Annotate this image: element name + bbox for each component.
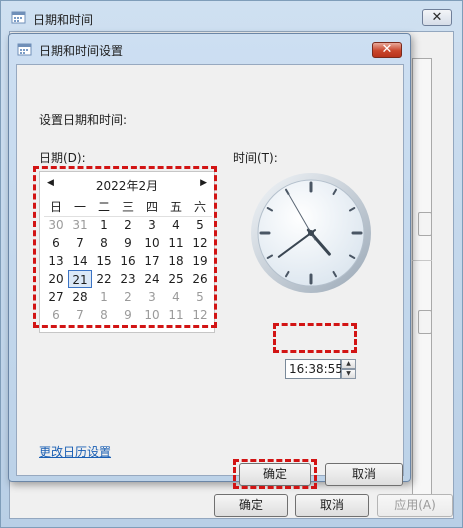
calendar-day[interactable]: 6 — [44, 306, 68, 324]
clock-center — [308, 230, 314, 236]
background-button[interactable] — [418, 310, 432, 334]
calendar-day[interactable]: 2 — [116, 288, 140, 306]
calendar-day[interactable]: 7 — [68, 306, 92, 324]
dialog-cancel-button[interactable]: 取消 — [325, 463, 403, 486]
calendar-day[interactable]: 11 — [164, 234, 188, 252]
time-spin-down-button[interactable]: ▼ — [341, 369, 356, 379]
settings-heading: 设置日期和时间: — [39, 113, 128, 127]
month-calendar: ◀ 2022年2月 ▶ 日 一 二 三 四 五 六 30 31 1 2 3 4 … — [39, 171, 215, 333]
calendar-day[interactable]: 8 — [92, 306, 116, 324]
calendar-day[interactable]: 2 — [116, 216, 140, 234]
dialog-ok-button[interactable]: 确定 — [239, 463, 311, 486]
calendar-day[interactable]: 9 — [116, 306, 140, 324]
dialog-close-button[interactable]: ✕ — [372, 42, 402, 58]
background-button[interactable] — [418, 212, 432, 236]
calendar-day[interactable]: 19 — [188, 252, 212, 270]
calendar-day[interactable]: 12 — [188, 234, 212, 252]
weekday-header: 六 — [193, 200, 206, 214]
window-apply-button[interactable]: 应用(A) — [377, 494, 453, 517]
calendar-day[interactable]: 25 — [164, 270, 188, 288]
calendar-day[interactable]: 26 — [188, 270, 212, 288]
calendar-day[interactable]: 30 — [44, 216, 68, 234]
calendar-day[interactable]: 12 — [188, 306, 212, 324]
background-divider — [412, 260, 432, 261]
weekday-header: 三 — [121, 200, 134, 214]
weekday-header: 一 — [73, 200, 86, 214]
calendar-day[interactable]: 3 — [140, 288, 164, 306]
window-title: 日期和时间 — [33, 13, 94, 27]
calendar-day[interactable]: 14 — [68, 252, 92, 270]
calendar-header-divider — [44, 216, 212, 217]
calendar-day[interactable]: 3 — [140, 216, 164, 234]
calendar-day[interactable]: 4 — [164, 288, 188, 306]
calendar-day[interactable]: 5 — [188, 288, 212, 306]
calendar-day[interactable]: 13 — [44, 252, 68, 270]
calendar-day[interactable]: 8 — [92, 234, 116, 252]
calendar-day[interactable]: 17 — [140, 252, 164, 270]
time-highlight-frame — [273, 323, 357, 353]
next-month-button[interactable]: ▶ — [200, 178, 207, 188]
calendar-day[interactable]: 28 — [68, 288, 92, 306]
calendar-day[interactable]: 1 — [92, 216, 116, 234]
calendar-day[interactable]: 31 — [68, 216, 92, 234]
time-input[interactable]: 16:38:55 — [285, 359, 343, 379]
calendar-day-selected[interactable]: 21 — [68, 270, 92, 288]
calendar-clock-icon — [17, 43, 32, 56]
calendar-day[interactable]: 10 — [140, 306, 164, 324]
calendar-day[interactable]: 16 — [116, 252, 140, 270]
calendar-day[interactable]: 20 — [44, 270, 68, 288]
calendar-day[interactable]: 1 — [92, 288, 116, 306]
calendar-month-title[interactable]: 2022年2月 — [40, 177, 214, 194]
time-label: 时间(T): — [233, 151, 278, 165]
calendar-day[interactable]: 10 — [140, 234, 164, 252]
analog-clock — [251, 173, 371, 293]
calendar-day[interactable]: 4 — [164, 216, 188, 234]
window-close-button[interactable]: ✕ — [422, 9, 452, 26]
window-cancel-button[interactable]: 取消 — [295, 494, 369, 517]
dialog-body: 设置日期和时间: 日期(D): 时间(T): ◀ 2022年2月 ▶ 日 一 二… — [16, 64, 404, 489]
dialog-title: 日期和时间设置 — [39, 44, 124, 58]
change-calendar-settings-link[interactable]: 更改日历设置 — [39, 443, 111, 460]
calendar-clock-icon — [11, 11, 26, 24]
calendar-day[interactable]: 15 — [92, 252, 116, 270]
calendar-day[interactable]: 22 — [92, 270, 116, 288]
calendar-day[interactable]: 6 — [44, 234, 68, 252]
date-label: 日期(D): — [39, 151, 86, 165]
weekday-header: 二 — [97, 200, 110, 214]
calendar-day[interactable]: 5 — [188, 216, 212, 234]
calendar-day[interactable]: 9 — [116, 234, 140, 252]
weekday-header: 四 — [145, 200, 158, 214]
weekday-header: 五 — [169, 200, 182, 214]
window-ok-button[interactable]: 确定 — [214, 494, 288, 517]
calendar-day[interactable]: 7 — [68, 234, 92, 252]
background-panel — [412, 58, 432, 498]
time-spin-up-button[interactable]: ▲ — [341, 359, 356, 369]
calendar-day[interactable]: 11 — [164, 306, 188, 324]
date-time-settings-dialog: 日期和时间设置 ✕ 设置日期和时间: 日期(D): 时间(T): ◀ 2022年… — [8, 33, 411, 489]
window-titlebar: 日期和时间 ✕ — [1, 1, 462, 35]
calendar-day[interactable]: 18 — [164, 252, 188, 270]
calendar-day[interactable]: 24 — [140, 270, 164, 288]
weekday-header: 日 — [49, 200, 62, 214]
calendar-day[interactable]: 27 — [44, 288, 68, 306]
calendar-day[interactable]: 23 — [116, 270, 140, 288]
